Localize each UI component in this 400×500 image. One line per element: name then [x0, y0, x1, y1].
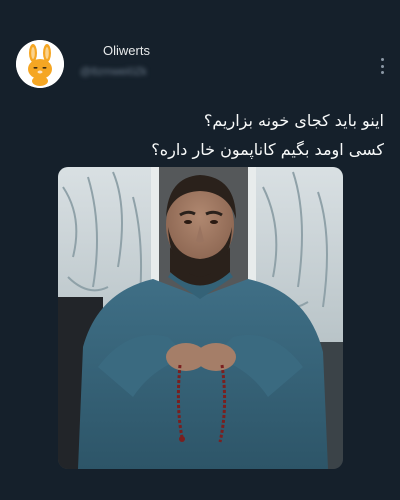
- tweet-media-image[interactable]: [58, 167, 343, 469]
- tweet: Oliwerts @8zmwei0Zk اینو باید کجای خونه …: [0, 0, 400, 500]
- more-dot: [380, 64, 384, 68]
- tweet-text-line-1: اینو باید کجای خونه بزاریم؟: [203, 111, 384, 130]
- user-handle[interactable]: @8zmwei0Zk: [80, 66, 147, 78]
- tweet-text: اینو باید کجای خونه بزاریم؟ کسی اومد بگی…: [24, 106, 384, 164]
- display-name[interactable]: Oliwerts: [103, 43, 150, 58]
- more-dot: [380, 71, 384, 74]
- rabbit-icon: [16, 40, 64, 88]
- avatar[interactable]: [16, 40, 64, 88]
- more-vertical-icon: [380, 58, 384, 61]
- more-options-button[interactable]: [376, 56, 388, 76]
- photo-man-holding-prayer-beads: [58, 167, 343, 469]
- tweet-text-line-2: کسی اومد بگیم کاناپمون خار داره؟: [151, 140, 384, 159]
